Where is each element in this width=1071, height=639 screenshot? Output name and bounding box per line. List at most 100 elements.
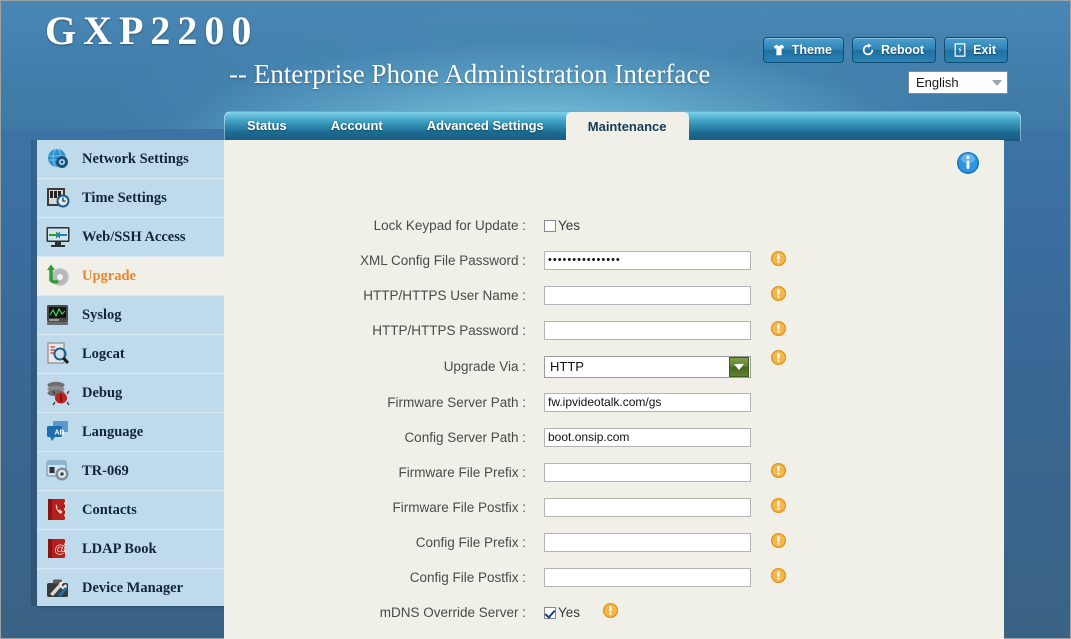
sidebar-item-label: Network Settings (82, 150, 189, 167)
language-select[interactable]: English (908, 71, 1008, 94)
upgrade-via-value: HTTP (550, 359, 584, 374)
tab-account[interactable]: Account (309, 112, 405, 141)
sidebar-item-label: Upgrade (82, 267, 136, 284)
form-row: Config Server Path : boot.onsip.com (224, 420, 1004, 455)
warning-icon[interactable] (602, 602, 619, 624)
field-label: Upgrade Via : (443, 359, 526, 374)
config-file-prefix-input[interactable] (544, 533, 751, 552)
warning-icon[interactable] (770, 285, 787, 307)
theme-button[interactable]: Theme (762, 37, 844, 63)
sidebar-item-label: LDAP Book (82, 540, 157, 557)
form-row: mDNS Override Server : Yes (224, 595, 1004, 630)
reboot-button-label: Reboot (881, 43, 925, 57)
field-label: XML Config File Password : (359, 253, 526, 268)
form-row: Firmware File Prefix : (224, 455, 1004, 490)
main-tab-bar: Status Account Advanced Settings Mainten… (224, 111, 1021, 141)
field-control: Yes (544, 602, 754, 624)
form-row: Firmware Server Path : fw.ipvideotalk.co… (224, 385, 1004, 420)
sidebar-item-label: Logcat (82, 345, 125, 362)
tab-maintenance[interactable]: Maintenance (565, 112, 689, 141)
chevron-down-icon (992, 79, 1002, 86)
firmware-file-prefix-input[interactable] (544, 463, 751, 482)
info-icon[interactable] (955, 150, 981, 181)
upgrade-disc-icon (45, 263, 73, 289)
sidebar-item-time-settings[interactable]: Time Settings (37, 179, 225, 218)
phone-book-icon (45, 497, 73, 523)
sidebar-item-tr-069[interactable]: TR-069 (37, 452, 225, 491)
firmware-file-postfix-input[interactable] (544, 498, 751, 517)
main-content-panel: Lock Keypad for Update : Yes XML Config … (224, 140, 1004, 639)
warning-icon[interactable] (770, 567, 787, 589)
field-label: Firmware File Prefix : (398, 465, 526, 480)
sidebar-item-web-ssh-access[interactable]: Web/SSH Access (37, 218, 225, 257)
sidebar-item-label: Time Settings (82, 189, 167, 206)
warning-icon[interactable] (770, 320, 787, 342)
tab-advanced-settings[interactable]: Advanced Settings (405, 112, 566, 141)
chevron-down-icon[interactable] (729, 356, 749, 377)
warning-icon[interactable] (770, 250, 787, 272)
sidebar-item-logcat[interactable]: Logcat (37, 335, 225, 374)
tshirt-icon (772, 43, 786, 57)
mdns-override-checkbox-wrap[interactable]: Yes (544, 605, 580, 620)
lock-keypad-checkbox[interactable] (544, 219, 556, 232)
field-control (544, 463, 754, 482)
sidebar-item-label: Contacts (82, 501, 137, 518)
exit-button-label: Exit (973, 43, 996, 57)
at-book-icon: @ (45, 536, 73, 562)
http-https-password-input[interactable] (544, 321, 751, 340)
sidebar-item-network-settings[interactable]: Network Settings (37, 140, 225, 179)
xml-config-file-password-input[interactable]: ••••••••••••••• (544, 251, 751, 270)
mdns-override-checkbox[interactable] (544, 606, 556, 619)
warning-icon[interactable] (770, 497, 787, 519)
sidebar-item-label: Language (82, 423, 144, 440)
form-row: XML Config File Password : •••••••••••••… (224, 243, 1004, 278)
field-control: ••••••••••••••• (544, 251, 754, 270)
upgrade-via-select[interactable]: HTTP (544, 355, 751, 378)
sidebar-item-ldap-book[interactable]: @ LDAP Book (37, 530, 225, 569)
field-control: Yes (544, 218, 754, 233)
sidebar-item-label: TR-069 (82, 462, 129, 479)
exit-door-icon (953, 43, 967, 57)
config-file-postfix-input[interactable] (544, 568, 751, 587)
form-row: HTTP/HTTPS Password : (224, 313, 1004, 348)
warning-icon[interactable] (770, 532, 787, 554)
sidebar-item-label: Device Manager (82, 580, 184, 596)
page-header: GXP2200 -- Enterprise Phone Administrati… (1, 1, 1070, 129)
field-control: boot.onsip.com (544, 428, 754, 447)
exit-button[interactable]: Exit (944, 37, 1008, 63)
field-label: Config File Postfix : (409, 570, 526, 585)
sidebar-item-upgrade[interactable]: Upgrade (37, 257, 225, 296)
sidebar-item-debug[interactable]: Debug (37, 374, 225, 413)
magnifier-doc-icon (45, 341, 73, 367)
warning-icon[interactable] (770, 462, 787, 484)
warning-icon[interactable] (770, 349, 787, 371)
product-logo: GXP2200 (45, 8, 259, 53)
firmware-server-path-input[interactable]: fw.ipvideotalk.com/gs (544, 393, 751, 412)
field-label: Config File Prefix : (415, 535, 526, 550)
reboot-button[interactable]: Reboot (852, 37, 937, 63)
sidebar-item-syslog[interactable]: Syslog (37, 296, 225, 335)
sidebar-item-label: Syslog (82, 306, 122, 323)
sidebar-item-contacts[interactable]: Contacts (37, 491, 225, 530)
http-https-user-name-input[interactable] (544, 286, 751, 305)
theme-button-label: Theme (791, 43, 832, 57)
field-control (544, 498, 754, 517)
form-row: Config File Postfix : (224, 560, 1004, 595)
lock-keypad-checkbox-wrap[interactable]: Yes (544, 218, 580, 233)
sidebar-item-device-manager[interactable]: Device Manager (37, 569, 225, 608)
sidebar-item-language[interactable]: AB Language (37, 413, 225, 452)
field-control (544, 533, 754, 552)
field-label: Config Server Path : (404, 430, 526, 445)
tab-status[interactable]: Status (225, 112, 309, 141)
config-server-path-input[interactable]: boot.onsip.com (544, 428, 751, 447)
toolbox-icon (45, 576, 73, 602)
field-label: Firmware Server Path : (387, 395, 526, 410)
bug-stack-icon (45, 380, 73, 406)
page-subtitle: -- Enterprise Phone Administration Inter… (229, 59, 711, 89)
header-action-buttons: Theme Reboot Exit (762, 37, 1008, 63)
field-label: HTTP/HTTPS User Name : (363, 288, 526, 303)
language-select-value: English (916, 75, 959, 90)
field-label: mDNS Override Server : (379, 605, 526, 620)
checkbox-label: Yes (558, 218, 581, 233)
sidebar-nav: Network Settings Time Settings Web/SSH A… (37, 140, 225, 606)
